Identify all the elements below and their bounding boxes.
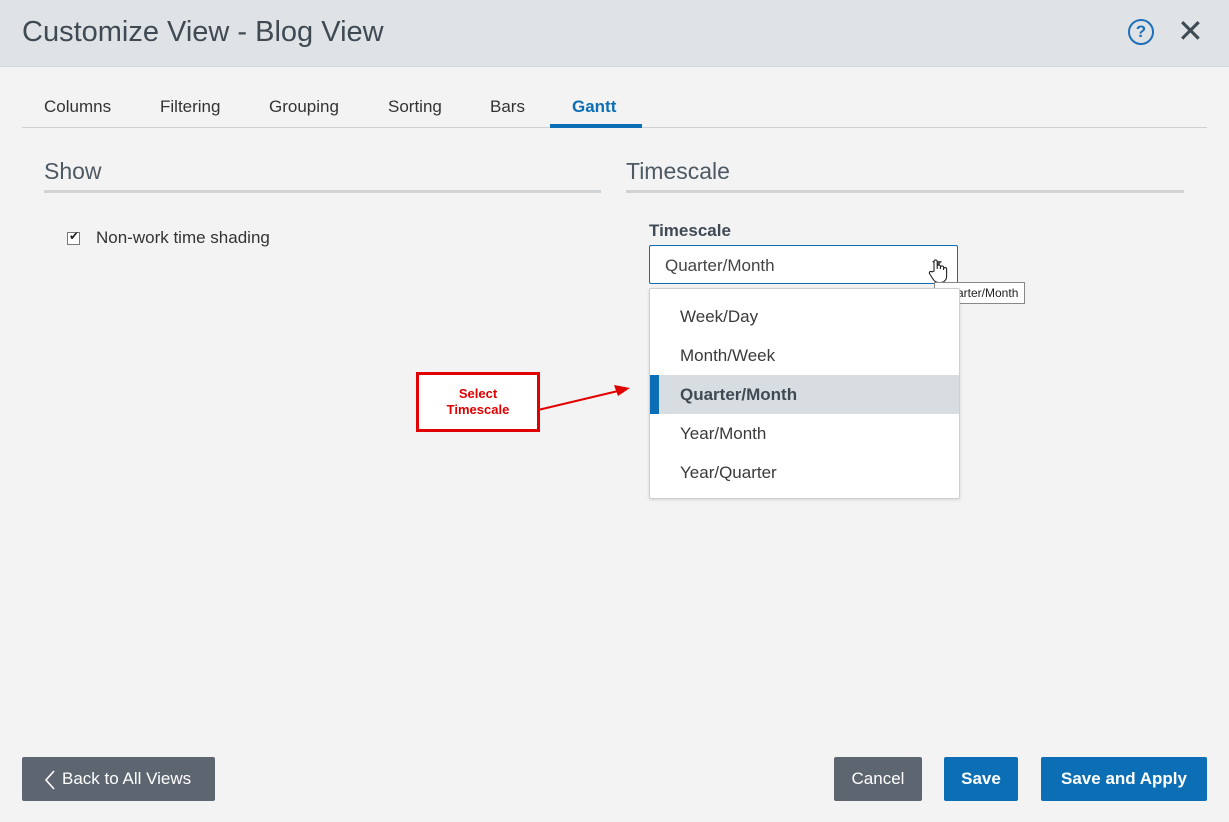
- show-section-title: Show: [44, 158, 102, 184]
- timescale-section-divider: [626, 190, 1184, 193]
- option-quarter-month[interactable]: Quarter/Month: [650, 375, 959, 414]
- annotation-callout: Select Timescale: [416, 372, 540, 432]
- help-icon[interactable]: ?: [1128, 19, 1154, 45]
- timescale-section-title: Timescale: [626, 158, 730, 184]
- option-week-day[interactable]: Week/Day: [650, 297, 959, 336]
- tab-bars[interactable]: Bars: [490, 97, 525, 117]
- save-button[interactable]: Save: [944, 757, 1018, 801]
- timescale-select-value: Quarter/Month: [665, 256, 775, 275]
- back-to-all-views-button[interactable]: Back to All Views: [22, 757, 215, 801]
- chevron-left-icon: [44, 770, 55, 790]
- tab-columns[interactable]: Columns: [44, 97, 111, 117]
- save-and-apply-button[interactable]: Save and Apply: [1041, 757, 1207, 801]
- dialog-title: Customize View - Blog View: [22, 16, 384, 48]
- close-icon[interactable]: ✕: [1177, 14, 1204, 48]
- show-section-divider: [44, 190, 601, 193]
- option-month-week[interactable]: Month/Week: [650, 336, 959, 375]
- tab-bar: Columns Filtering Grouping Sorting Bars …: [22, 88, 1207, 128]
- option-year-month[interactable]: Year/Month: [650, 414, 959, 453]
- dialog-header: Customize View - Blog View ? ✕: [0, 0, 1229, 67]
- timescale-dropdown-list: Week/Day Month/Week Quarter/Month Year/M…: [649, 288, 960, 499]
- tab-filtering[interactable]: Filtering: [160, 97, 220, 117]
- back-button-label: Back to All Views: [62, 769, 192, 788]
- tab-grouping[interactable]: Grouping: [269, 97, 339, 117]
- tab-gantt[interactable]: Gantt: [572, 97, 616, 117]
- active-tab-indicator: [550, 124, 642, 128]
- annotation-arrow-icon: [537, 385, 630, 411]
- hand-pointer-icon: [928, 259, 948, 284]
- timescale-select[interactable]: Quarter/Month: [649, 245, 958, 284]
- tab-sorting[interactable]: Sorting: [388, 97, 442, 117]
- cancel-button[interactable]: Cancel: [834, 757, 922, 801]
- annotation-line-2: Timescale: [446, 402, 510, 417]
- timescale-field-label: Timescale: [649, 221, 731, 240]
- non-work-shading-checkbox[interactable]: ✔: [67, 229, 80, 245]
- annotation-line-1: Select: [458, 386, 498, 401]
- checkmark-icon: ✔: [69, 229, 80, 243]
- non-work-shading-label: Non-work time shading: [96, 228, 270, 247]
- option-year-quarter[interactable]: Year/Quarter: [650, 453, 959, 492]
